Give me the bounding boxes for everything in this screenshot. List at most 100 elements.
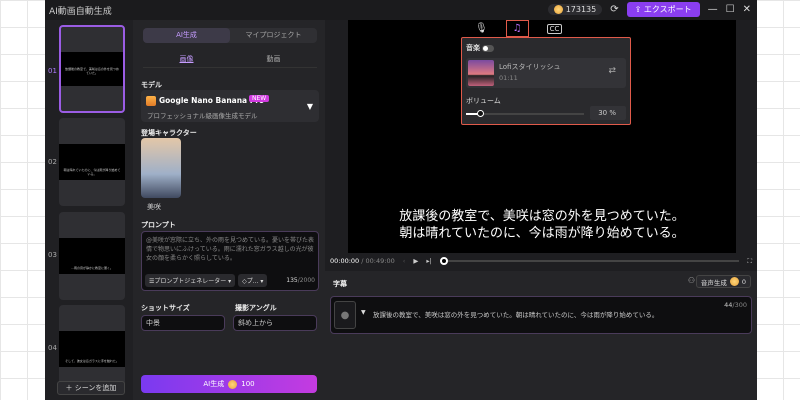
volume-value: 30	[598, 109, 608, 117]
subtitle-panel: 字幕 ⚇ 音声生成 0 ● ▼ 放課後の教室で、美咲は窓の外を見つめていた。朝は晴…	[325, 271, 757, 400]
preview-toolbar: 🎙 ♫ CC	[475, 20, 563, 37]
add-scene-button[interactable]: ＋ シーンを追加	[57, 381, 125, 395]
preset-label: プ...	[246, 278, 259, 285]
voice-cost: 0	[741, 277, 746, 286]
play-icon[interactable]: ▶	[413, 257, 418, 265]
voice-button-label: 音声生成	[700, 278, 727, 287]
mode-tabs: AI生成 マイプロジェクト	[143, 28, 317, 43]
scene-number: 04	[48, 344, 57, 352]
total-time: / 00:49:00	[361, 257, 395, 265]
tab-image[interactable]: 画像	[143, 54, 230, 64]
timeline-scrubber[interactable]	[439, 257, 740, 265]
prompt-generator-label: プロンプトジェネレーター	[154, 278, 227, 285]
new-badge: NEW	[249, 95, 270, 102]
model-label: モデル	[141, 81, 162, 89]
model-description: プロフェッショナル級画像生成モデル	[147, 112, 258, 120]
scene-caption: …雨の音が静かに教室に響く。	[70, 266, 113, 270]
char-count: 135/2000	[286, 277, 315, 284]
coin-count: 173135	[565, 5, 597, 14]
media-tabs: 画像 動画	[143, 54, 317, 68]
generate-label: AI生成	[203, 380, 225, 388]
music-label: 音楽	[466, 44, 480, 52]
coin-icon	[553, 5, 563, 14]
model-select[interactable]: Google Nano Banana Pro NEW プロフェッショナル級画像生…	[141, 90, 319, 122]
speaker-avatar-icon[interactable]: ●	[334, 301, 356, 329]
char-count-max: /2000	[297, 277, 315, 284]
chevron-down-icon[interactable]: ▼	[361, 309, 366, 316]
close-button[interactable]: ✕	[743, 4, 751, 15]
previous-icon[interactable]: ‹	[403, 257, 406, 265]
scene-thumbnail[interactable]: …雨の音が静かに教室に響く。	[59, 212, 125, 300]
app-window: AI動画自動生成 173135 ⟳ ⇪ エクスポート — ☐ ✕ 01 放課後の…	[45, 0, 757, 400]
banana-icon	[146, 96, 156, 106]
maximize-button[interactable]: ☐	[726, 4, 735, 15]
subtitle-line: 朝は晴れていたのに、今は雨が降り始めている。	[399, 226, 685, 241]
refresh-icon[interactable]: ⟳	[610, 4, 618, 15]
shot-size-label: ショットサイズ	[141, 304, 190, 312]
export-label: エクスポート	[643, 5, 692, 14]
tab-my-project[interactable]: マイプロジェクト	[230, 28, 317, 43]
character-avatar[interactable]	[141, 138, 181, 198]
track-thumbnail	[468, 60, 494, 86]
volume-knob[interactable]	[477, 110, 485, 117]
generation-panel: AI生成 マイプロジェクト 画像 動画 モデル Google Nano Bana…	[133, 20, 325, 400]
subtitle-text[interactable]: 放課後の教室で、美咲は窓の外を見つめていた。朝は晴れていたのに、今は雨が降り始め…	[373, 309, 658, 319]
swap-icon[interactable]: ⇄	[608, 66, 616, 76]
scene-number: 02	[48, 158, 57, 166]
volume-slider[interactable]	[466, 110, 584, 117]
scene-thumbnail[interactable]: 放課後の教室で、美咲は窓の外を見つめていた。	[59, 25, 125, 113]
fullscreen-icon[interactable]: ⛶	[747, 257, 752, 266]
subtitle-row[interactable]: ● ▼ 放課後の教室で、美咲は窓の外を見つめていた。朝は晴れていたのに、今は雨が…	[330, 296, 752, 334]
scene-number: 03	[48, 251, 57, 259]
volume-unit: %	[609, 109, 616, 117]
prompt-input[interactable]: @美咲が窓際に立ち、外の雨を見つめている。憂いを帯びた表情で物思いにふけっている…	[141, 231, 319, 291]
upload-icon: ⇪	[634, 5, 644, 14]
scene-thumbnail[interactable]: 朝は晴れていたのに、今は雨が降り始めている。	[59, 118, 125, 206]
video-preview: 放課後の教室で、美咲は窓の外を見つめていた。 朝は晴れていたのに、今は雨が降り始め…	[325, 20, 757, 270]
coin-icon	[729, 277, 739, 286]
camera-angle-select[interactable]: 斜め上から	[233, 315, 317, 331]
track-name: Lofiスタイリッシュ	[499, 63, 561, 71]
music-track[interactable]: Lofiスタイリッシュ 01:11 ⇄	[466, 58, 626, 88]
volume-label: ボリューム	[466, 97, 501, 105]
subtitle-line: 放課後の教室で、美咲は窓の外を見つめていた。	[399, 209, 685, 224]
tab-ai-generate[interactable]: AI生成	[143, 28, 230, 43]
closed-caption-icon[interactable]: CC	[546, 23, 563, 34]
scene-caption: そして、彼女は窓ガラスに手を触れた。	[65, 359, 119, 363]
playhead[interactable]	[439, 257, 448, 265]
coin-icon	[228, 379, 238, 389]
export-button[interactable]: ⇪ エクスポート	[626, 2, 700, 17]
ai-generate-button[interactable]: AI生成 100	[141, 375, 317, 393]
prompt-generator-button[interactable]: ☰プロンプトジェネレーター ▾	[145, 274, 236, 287]
char-count-value: 135	[286, 277, 298, 284]
generate-voice-button[interactable]: 音声生成 0	[695, 275, 751, 288]
scene-caption: 朝は晴れていたのに、今は雨が降り始めている。	[63, 168, 121, 176]
tab-video[interactable]: 動画	[230, 54, 317, 64]
character-name: 美咲	[147, 203, 161, 211]
scene-list: 01 放課後の教室で、美咲は窓の外を見つめていた。 02 朝は晴れていたのに、今…	[45, 20, 133, 400]
volume-input[interactable]: 30 %	[590, 106, 626, 120]
generate-cost: 100	[241, 380, 255, 388]
minimize-button[interactable]: —	[708, 4, 718, 15]
app-title: AI動画自動生成	[49, 6, 112, 17]
music-popover: 音楽 Lofiスタイリッシュ 01:11 ⇄ ボリューム 30 %	[461, 37, 631, 125]
scene-number: 01	[48, 67, 57, 75]
music-toggle[interactable]	[482, 44, 495, 52]
shot-size-select[interactable]: 中景	[141, 315, 225, 331]
coin-balance: 173135	[547, 4, 603, 15]
title-bar: AI動画自動生成 173135 ⟳ ⇪ エクスポート — ☐ ✕	[45, 0, 757, 20]
music-note-icon[interactable]: ♫	[505, 20, 529, 37]
track-duration: 01:11	[499, 74, 518, 82]
scene-thumbnail[interactable]: そして、彼女は窓ガラスに手を触れた。	[59, 305, 125, 393]
next-frame-icon[interactable]: ▸|	[426, 257, 431, 265]
prompt-label: プロンプト	[141, 221, 176, 229]
scene-caption: 放課後の教室で、美咲は窓の外を見つめていた。	[65, 67, 119, 75]
playback-controls: 00:00:00 / 00:49:00 ‹ ▶ ▸| ⛶	[330, 254, 752, 268]
preset-button[interactable]: ◇プ... ▾	[238, 274, 268, 287]
subtitle-max: /300	[732, 301, 747, 309]
prompt-text: @美咲が窓際に立ち、外の雨を見つめている。憂いを帯びた表情で物思いにふけっている…	[146, 237, 315, 262]
chevron-down-icon: ▼	[306, 102, 313, 111]
microphone-icon[interactable]: 🎙	[475, 23, 488, 34]
voice-person-icon[interactable]: ⚇	[688, 276, 695, 285]
subtitle-label: 字幕	[333, 280, 347, 288]
